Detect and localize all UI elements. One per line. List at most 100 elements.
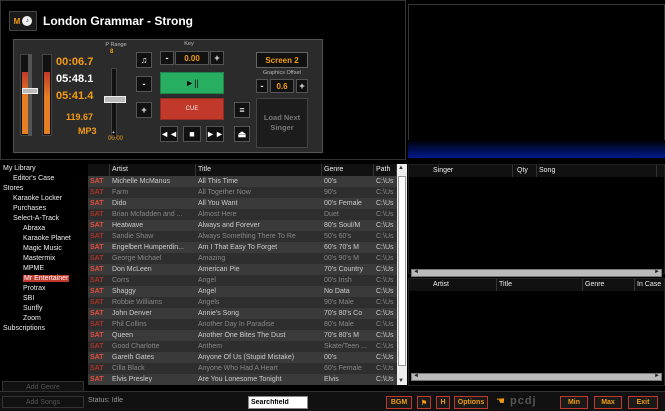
table-row[interactable]: SAT Good Charlotte Anthem Skate/Teen ... C:\…: [88, 341, 397, 352]
history-horizontal-scrollbar[interactable]: ◄ ►: [411, 373, 662, 381]
volume-slider-handle[interactable]: [22, 88, 38, 94]
cell-path: C:\Us: [376, 233, 394, 240]
table-row[interactable]: SAT Cilla Black Anyone Who Had A Heart 60's…: [88, 363, 397, 374]
stop-button[interactable]: ■: [183, 126, 201, 142]
now-playing-header: M ♪ London Grammar - Strong: [9, 9, 193, 33]
tree-item[interactable]: Sunfly: [0, 304, 86, 314]
cell-title: Angels: [198, 299, 220, 306]
fast-forward-button[interactable]: ►►: [206, 126, 224, 142]
scroll-left-icon[interactable]: ◄: [413, 269, 419, 275]
offset-down-button[interactable]: -: [256, 79, 268, 93]
column-genre[interactable]: Genre: [322, 164, 374, 176]
tree-item[interactable]: Zoom: [0, 314, 86, 324]
table-row[interactable]: SAT Elvis Presley Are You Lonesome Tonight…: [88, 374, 397, 385]
column-song[interactable]: Song: [537, 165, 657, 177]
column-tag[interactable]: [88, 164, 110, 176]
load-next-singer-button[interactable]: Load Next Singer: [256, 98, 308, 148]
bgm-button[interactable]: BGM: [386, 396, 412, 409]
column-path[interactable]: Path: [374, 164, 397, 176]
table-row[interactable]: SAT Engelbert Humperdin... Am I That Easy …: [88, 242, 397, 253]
column-history-artist[interactable]: Artist: [431, 279, 497, 291]
pitch-down-button[interactable]: -: [136, 76, 152, 92]
scroll-right-icon[interactable]: ►: [654, 269, 660, 275]
column-singer[interactable]: Singer: [431, 165, 513, 177]
table-row[interactable]: SAT Heatwave Always and Forever 80's Soul/M…: [88, 220, 397, 231]
tree-item-label: Karaoke Locker: [13, 195, 63, 202]
tree-item[interactable]: SBI: [0, 294, 86, 304]
options-button[interactable]: Options: [454, 396, 488, 409]
cell-artist: Brian Mcfadden and ...: [112, 211, 183, 218]
player-controls: 00:06.7 05:48.1 05:41.4 119.67 MP3 P Ran…: [13, 39, 323, 153]
tree-item[interactable]: MPME: [0, 264, 86, 274]
table-row[interactable]: SAT Phil Collins Another Day In Paradise 80…: [88, 319, 397, 330]
tree-item[interactable]: Abraxa: [0, 224, 86, 234]
tree-item[interactable]: Editor's Case: [0, 174, 86, 184]
table-row[interactable]: SAT Shaggy Angel No Data C:\Us: [88, 286, 397, 297]
exit-button[interactable]: Exit: [628, 396, 658, 409]
tree-item[interactable]: My Library: [0, 164, 86, 174]
p-range-value[interactable]: 8: [110, 49, 113, 55]
add-songs-button[interactable]: Add Songs: [2, 396, 84, 408]
cell-artist: Gareth Gates: [112, 354, 155, 361]
tree-item[interactable]: Magic Music: [0, 244, 86, 254]
table-row[interactable]: SAT Brian Mcfadden and ... Almost Here Duet…: [88, 209, 397, 220]
tree-item[interactable]: Karaoke Planet: [0, 234, 86, 244]
table-row[interactable]: SAT Corrs Angel 00's Irish C:\Us: [88, 275, 397, 286]
table-row[interactable]: SAT John Denver Annie's Song 70's 80's Co C:…: [88, 308, 397, 319]
minimize-button[interactable]: Min: [560, 396, 588, 409]
screen-select-button[interactable]: Screen 2: [256, 52, 308, 68]
table-row[interactable]: SAT Farm All Together Now 90's C:\Us: [88, 187, 397, 198]
tree-item[interactable]: Mr Entertainer: [0, 274, 86, 284]
pitch-slider-track[interactable]: [111, 68, 117, 138]
eject-button[interactable]: ⏏: [234, 126, 250, 142]
key-down-button[interactable]: -: [160, 51, 174, 65]
history-scroll-left-icon[interactable]: ◄: [413, 373, 419, 379]
maximize-button[interactable]: Max: [594, 396, 622, 409]
table-row[interactable]: SAT Queen Another One Bites The Dust 70's 8…: [88, 330, 397, 341]
pitch-up-button[interactable]: +: [136, 102, 152, 118]
table-row[interactable]: SAT Dido All You Want 00's Female C:\Us: [88, 198, 397, 209]
tree-item[interactable]: Protrax: [0, 284, 86, 294]
volume-slider-track[interactable]: [28, 54, 32, 136]
scroll-up-icon[interactable]: ▲: [398, 165, 404, 171]
flag-button[interactable]: ⚑: [417, 396, 431, 409]
column-history-title[interactable]: Title: [497, 279, 583, 291]
table-vertical-scrollbar[interactable]: ▲ ▼: [397, 164, 407, 385]
table-row[interactable]: SAT Don McLeen American Pie 70's Country C:\…: [88, 264, 397, 275]
tree-item[interactable]: Purchases: [0, 204, 86, 214]
tree-item[interactable]: Subscriptions: [0, 324, 86, 334]
tree-item[interactable]: Mastermix: [0, 254, 86, 264]
table-row[interactable]: SAT Gareth Gates Anyone Of Us (Stupid Mist…: [88, 352, 397, 363]
tree-item-label: Zoom: [23, 315, 41, 322]
column-history-genre[interactable]: Genre: [583, 279, 635, 291]
table-row[interactable]: SAT Michelle McManus All This Time 00's C:\U…: [88, 176, 397, 187]
search-field[interactable]: [248, 396, 308, 409]
cue-button[interactable]: CUE: [160, 98, 224, 120]
column-qty[interactable]: Qty: [515, 165, 537, 177]
play-pause-button[interactable]: ►||: [160, 72, 224, 94]
singer-horizontal-scrollbar[interactable]: ◄ ►: [411, 269, 662, 277]
tree-item[interactable]: Stores: [0, 184, 86, 194]
list-button[interactable]: ≡: [234, 102, 250, 118]
table-row[interactable]: SAT George Michael Amazing 00's 90's M C:\Us: [88, 253, 397, 264]
rewind-button[interactable]: ◄◄: [160, 126, 178, 142]
pitch-slider-handle[interactable]: [104, 96, 126, 103]
cell-tag: SAT: [90, 200, 104, 207]
scroll-down-icon[interactable]: ▼: [398, 378, 404, 384]
table-row[interactable]: SAT Robbie Williams Angels 90's Male C:\Us: [88, 297, 397, 308]
h-button[interactable]: H: [436, 396, 450, 409]
column-title[interactable]: Title: [196, 164, 322, 176]
tree-item[interactable]: Karaoke Locker: [0, 194, 86, 204]
song-table: Artist Title Genre Path SAT Michelle McMa…: [88, 164, 407, 385]
cell-title: American Pie: [198, 266, 240, 273]
table-scroll-thumb[interactable]: [398, 176, 406, 366]
history-scroll-right-icon[interactable]: ►: [654, 373, 660, 379]
offset-up-button[interactable]: +: [296, 79, 308, 93]
music-note-button[interactable]: ♫: [136, 52, 152, 68]
column-history-in-case[interactable]: In Case: [635, 279, 665, 291]
tree-item[interactable]: Select-A-Track: [0, 214, 86, 224]
column-artist[interactable]: Artist: [110, 164, 196, 176]
table-row[interactable]: SAT Sandie Shaw Always Something There To …: [88, 231, 397, 242]
cell-tag: SAT: [90, 233, 104, 240]
key-up-button[interactable]: +: [210, 51, 224, 65]
